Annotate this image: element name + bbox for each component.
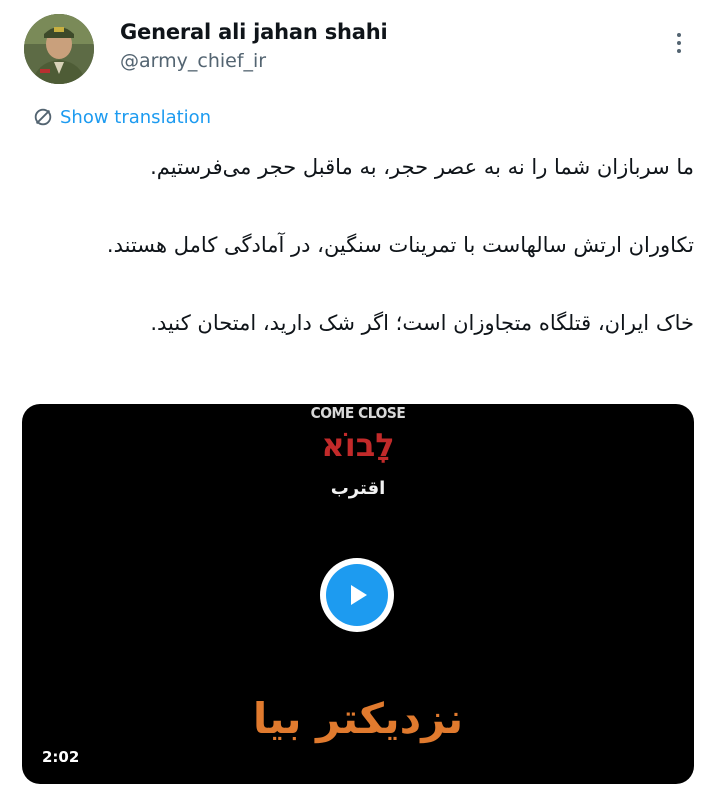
author-name[interactable]: General ali jahan shahi: [120, 20, 388, 44]
show-translation-link[interactable]: Show translation: [32, 106, 211, 128]
author-handle[interactable]: @army_chief_ir: [120, 50, 266, 72]
video-player[interactable]: COME CLOSE לָבוֹא اقترب نزدیکتر بیا 2:02: [22, 404, 694, 784]
tweet-line: ما سربازان شما را نه به عصر حجر، به ماقب…: [150, 155, 694, 179]
video-duration: 2:02: [36, 746, 86, 768]
play-icon: [351, 585, 367, 605]
video-caption-persian: نزدیکتر بیا: [252, 694, 464, 743]
tweet-text: ما سربازان شما را نه به عصر حجر، به ماقب…: [54, 152, 694, 386]
video-caption-hebrew: לָבוֹא: [321, 426, 395, 464]
tweet-line: تکاوران ارتش سالهاست با تمرینات سنگین، د…: [106, 233, 694, 257]
avatar[interactable]: [24, 14, 94, 84]
video-caption-arabic: اقترب: [330, 478, 386, 499]
show-translation-label: Show translation: [60, 106, 212, 128]
more-options-icon[interactable]: [664, 28, 694, 58]
video-caption-english: COME CLOSE: [310, 404, 406, 422]
translate-icon: [34, 108, 52, 126]
tweet-line: خاک ایران، قتلگاه متجاوزان است؛ اگر شک د…: [150, 311, 694, 335]
play-button[interactable]: [320, 558, 394, 632]
avatar-image: [24, 14, 94, 84]
